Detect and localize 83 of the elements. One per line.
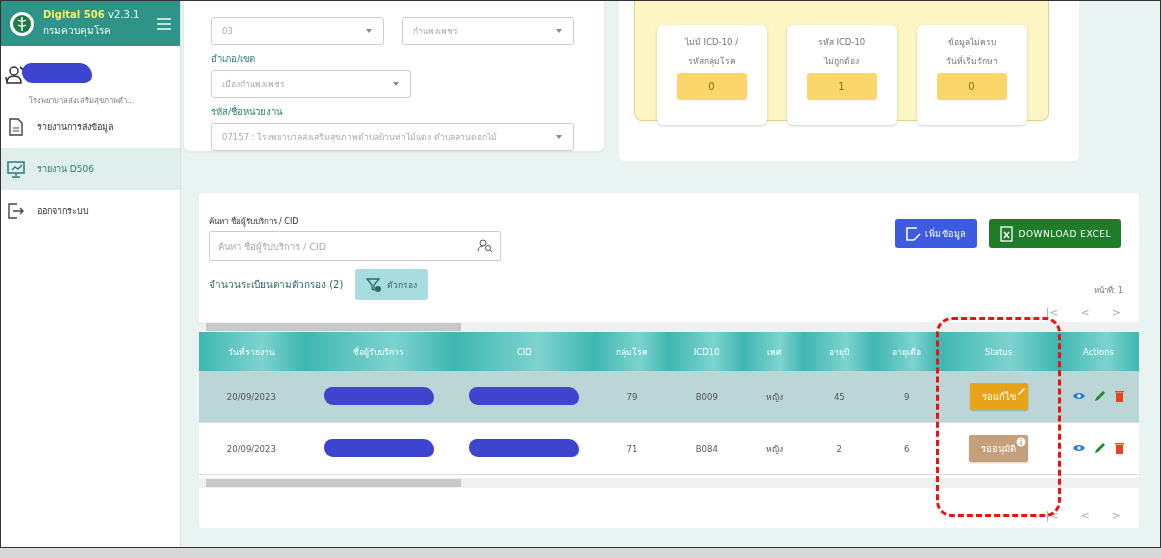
scrollbar-thumb[interactable]	[206, 479, 461, 487]
table-cell: 79	[594, 371, 670, 423]
column-header: วันที่รายงาน	[199, 332, 304, 371]
pager-button[interactable]: |<	[1045, 508, 1059, 522]
count-badge: 1	[806, 73, 877, 100]
column-header: CID	[454, 332, 595, 371]
column-header: เพศ	[744, 332, 805, 371]
org-name: กรมควบคุมโรค	[43, 24, 112, 38]
pager-button[interactable]: |<	[1045, 305, 1059, 319]
filter-icon	[366, 276, 383, 293]
document-icon	[7, 118, 25, 136]
count-badge: 0	[676, 73, 747, 100]
search-label: ค้นหา ชื่อผู้รับบริการ / CID	[209, 215, 300, 228]
card-label: รหัสกลุ่มโรค	[687, 55, 736, 69]
column-header: ชื่อผู้รับบริการ	[303, 332, 454, 371]
sidebar-item[interactable]: ออกจากระบบ	[1, 190, 180, 232]
delete-button[interactable]	[1114, 390, 1125, 402]
redaction-mark	[22, 63, 92, 83]
card-label: ข้อมูลไม่ครบ	[947, 36, 996, 50]
caret-icon	[364, 28, 373, 34]
note-icon	[905, 225, 922, 242]
card-label: วันที่เริ่มรักษา	[945, 54, 998, 68]
status-badge: รออนุมัติ	[969, 435, 1029, 462]
table-cell: 2	[804, 422, 875, 475]
table-cell: 9	[874, 371, 940, 423]
status-badge: รอแก้ไข	[969, 383, 1028, 410]
caret-icon	[555, 28, 563, 34]
dropdown-field[interactable]: 03	[211, 17, 384, 45]
column-header: อายุเดือ	[874, 332, 940, 371]
edit-button[interactable]	[1094, 442, 1106, 454]
add-button[interactable]: เพิ่มข้อมูล	[895, 219, 977, 248]
sidebar-item[interactable]: รายงาน D506	[1, 148, 180, 190]
pager-button[interactable]: >	[1111, 508, 1121, 522]
table-cell: 20/09/2023	[199, 371, 304, 423]
column-header: กลุ่มโรค	[594, 332, 670, 371]
record-count: จำนวนระเบียนตามตัวกรอง (2)	[209, 278, 344, 292]
column-header: ICD10	[669, 332, 745, 371]
table-cell: 45	[804, 371, 875, 423]
dropdown-field[interactable]: เมืองกำแพงเพชร	[211, 70, 411, 98]
table-cell: 71	[594, 422, 670, 475]
column-header: Actions	[1058, 332, 1139, 371]
logout-icon	[7, 202, 25, 220]
card-label: ไม่ถูกต้อง	[824, 55, 859, 69]
card-label: รหัส ICD-10	[817, 36, 866, 49]
edit-button[interactable]	[1094, 390, 1106, 402]
table-cell: หญิง	[744, 371, 805, 423]
info-icon	[1016, 437, 1027, 447]
dropdown-field[interactable]: กำแพงเพชร	[401, 17, 574, 45]
table-cell: B084	[669, 422, 745, 475]
download-button[interactable]: DOWNLOAD EXCEL	[988, 219, 1121, 248]
filter-button[interactable]: ตัวกรอง	[355, 269, 429, 300]
field-label: อำเภอ/เขต	[211, 52, 257, 66]
pager-button[interactable]: <	[1080, 508, 1090, 522]
view-button[interactable]	[1072, 443, 1086, 453]
table-cell: หญิง	[744, 422, 805, 475]
view-button[interactable]	[1072, 391, 1086, 401]
table-cell: 6	[874, 422, 940, 475]
page-number: หน้าที่: 1	[1093, 284, 1124, 297]
pencil-icon	[1015, 385, 1026, 395]
field-label: รหัส/ชื่อหน่วยงาน	[211, 104, 284, 119]
logo-icon	[9, 10, 35, 37]
caret-icon	[392, 81, 400, 87]
column-header: Status	[939, 332, 1059, 371]
menu-icon	[156, 16, 172, 31]
user-search-icon	[477, 238, 493, 253]
column-header: อายุปี	[804, 332, 875, 371]
pager-button[interactable]: >	[1111, 305, 1121, 319]
user-sync-icon	[5, 64, 25, 86]
app-title: Digital 506 v2.3.1	[43, 9, 141, 20]
table-cell: 20/09/2023	[199, 422, 304, 475]
count-badge: 0	[936, 73, 1007, 100]
menu-button[interactable]	[156, 16, 172, 31]
sidebar-item[interactable]: รายงานการส่งข้อมูล	[1, 106, 180, 148]
table-cell: B009	[669, 371, 745, 423]
monitor-icon	[7, 160, 25, 178]
dropdown-field[interactable]: 07157 : โรงพยาบาลส่งเสริมสุขภาพตำบลบ้านท่าไม้แดง ตำบลลานดอกไม้	[211, 123, 574, 151]
search-field[interactable]: ค้นหา ชื่อผู้รับบริการ / CID	[209, 231, 501, 261]
spreadsheet-icon	[998, 225, 1015, 242]
pager-button[interactable]: <	[1080, 305, 1090, 319]
scrollbar-thumb[interactable]	[206, 323, 461, 331]
delete-button[interactable]	[1114, 442, 1125, 454]
caret-icon	[555, 134, 563, 140]
card-label: ไม่มี ICD-10 /	[684, 36, 739, 49]
